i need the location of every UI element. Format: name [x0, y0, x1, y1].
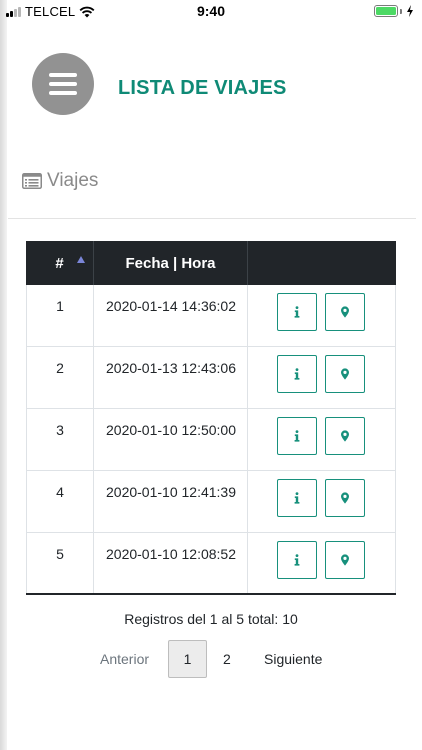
- info-icon: [294, 306, 300, 318]
- info-icon: [294, 492, 300, 504]
- row-number: 5: [26, 533, 94, 593]
- row-datetime: 2020-01-10 12:08:52: [94, 533, 248, 593]
- pagination-page-2[interactable]: 2: [223, 651, 231, 667]
- row-number: 2: [26, 347, 94, 408]
- hamburger-menu-icon: [49, 73, 77, 77]
- column-header-number[interactable]: #: [26, 241, 94, 285]
- pagination-page-1[interactable]: 1: [168, 640, 207, 678]
- table-header: # Fecha | Hora: [26, 241, 396, 285]
- charging-bolt-icon: [407, 5, 413, 17]
- info-icon: [294, 368, 300, 380]
- row-actions: [248, 347, 396, 408]
- table-row: 5 2020-01-10 12:08:52: [26, 533, 396, 595]
- row-actions: [248, 471, 396, 532]
- row-number: 3: [26, 409, 94, 470]
- row-actions: [248, 285, 396, 346]
- battery-icon: [374, 5, 414, 17]
- info-button[interactable]: [277, 417, 317, 455]
- location-button[interactable]: [325, 479, 365, 517]
- row-datetime: 2020-01-14 14:36:02: [94, 285, 248, 346]
- section-label: Viajes: [47, 170, 99, 191]
- info-button[interactable]: [277, 293, 317, 331]
- column-header-actions: [248, 241, 396, 285]
- status-bar: TELCEL 9:40: [0, 0, 422, 22]
- map-marker-icon: [341, 306, 349, 318]
- pagination: Anterior 1 2 Siguiente: [0, 640, 422, 678]
- section-divider: [8, 218, 416, 219]
- records-summary: Registros del 1 al 5 total: 10: [124, 611, 298, 627]
- pagination-previous[interactable]: Anterior: [100, 651, 149, 667]
- info-icon: [294, 430, 300, 442]
- row-actions: [248, 533, 396, 593]
- status-bar-time: 9:40: [196, 3, 226, 19]
- info-icon: [294, 554, 300, 566]
- row-actions: [248, 409, 396, 470]
- trips-table: # Fecha | Hora 1 2020-01-14 14:36:02 2 2…: [26, 241, 396, 595]
- section-heading: Viajes: [22, 170, 98, 192]
- left-edge-shadow: [0, 0, 7, 750]
- row-number: 1: [26, 285, 94, 346]
- table-row: 4 2020-01-10 12:41:39: [26, 471, 396, 533]
- location-button[interactable]: [325, 293, 365, 331]
- table-row: 2 2020-01-13 12:43:06: [26, 347, 396, 409]
- location-button[interactable]: [325, 417, 365, 455]
- row-datetime: 2020-01-10 12:50:00: [94, 409, 248, 470]
- pagination-next[interactable]: Siguiente: [264, 651, 322, 667]
- map-marker-icon: [341, 368, 349, 380]
- location-button[interactable]: [325, 541, 365, 579]
- column-header-datetime[interactable]: Fecha | Hora: [94, 241, 248, 285]
- info-button[interactable]: [277, 355, 317, 393]
- map-marker-icon: [341, 430, 349, 442]
- info-button[interactable]: [277, 479, 317, 517]
- map-marker-icon: [341, 554, 349, 566]
- map-marker-icon: [341, 492, 349, 504]
- row-datetime: 2020-01-10 12:41:39: [94, 471, 248, 532]
- row-datetime: 2020-01-13 12:43:06: [94, 347, 248, 408]
- list-icon: [22, 173, 42, 189]
- row-number: 4: [26, 471, 94, 532]
- table-row: 3 2020-01-10 12:50:00: [26, 409, 396, 471]
- location-button[interactable]: [325, 355, 365, 393]
- page-title: LISTA DE VIAJES: [118, 77, 287, 99]
- table-row: 1 2020-01-14 14:36:02: [26, 285, 396, 347]
- menu-button[interactable]: [32, 53, 94, 115]
- sort-ascending-icon: [77, 256, 85, 263]
- info-button[interactable]: [277, 541, 317, 579]
